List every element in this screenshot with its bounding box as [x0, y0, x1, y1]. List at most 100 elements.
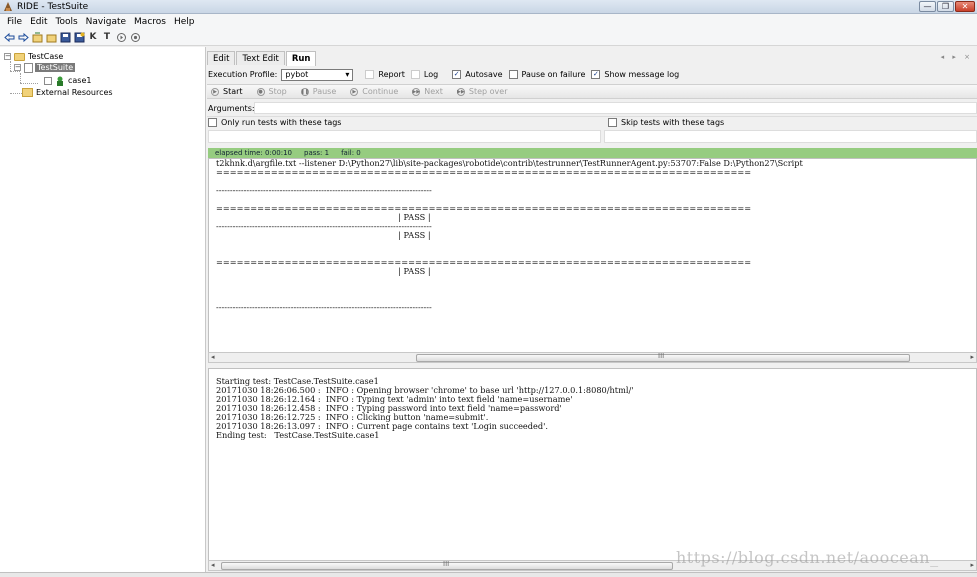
autosave-checkbox[interactable]: ✓ — [452, 70, 462, 79]
tree-label-testsuite: TestSuite — [35, 63, 76, 72]
scroll-left-icon[interactable]: ◂ — [211, 561, 215, 569]
tree-node-external-resources[interactable]: External Resources — [22, 87, 113, 98]
folder-icon — [14, 52, 25, 61]
minimize-button[interactable]: — — [919, 1, 936, 12]
case-checkbox[interactable] — [44, 76, 52, 85]
show-message-log-checkbox[interactable]: ✓ — [591, 70, 601, 79]
restore-button[interactable]: ❐ — [937, 1, 954, 12]
title-bar: RIDE - TestSuite — ❐ ✕ — [0, 0, 977, 14]
continue-icon: ▶ — [350, 87, 359, 96]
elapsed-time: elapsed time: 0:00:10 — [215, 149, 292, 157]
next-button[interactable]: ▶▶ Next — [412, 87, 443, 96]
window-title: RIDE - TestSuite — [17, 1, 89, 12]
console-output[interactable]: t2khnk.d\argfile.txt --listener D:\Pytho… — [208, 158, 977, 356]
restore-icon: ❐ — [941, 1, 950, 11]
execution-profile-select[interactable]: pybot ▾ — [281, 68, 354, 81]
record-icon[interactable] — [129, 31, 141, 43]
tab-text-edit[interactable]: Text Edit — [236, 51, 285, 65]
watermark: https://blog.csdn.net/aoocean_ — [676, 548, 939, 567]
suite-tree: − TestCase − TestSuite case1 External Re… — [0, 47, 206, 572]
ride-app-icon — [4, 1, 12, 11]
next-icon: ▶▶ — [412, 87, 421, 96]
tree-label-case1: case1 — [68, 76, 92, 85]
only-run-tags-label: Only run tests with these tags — [221, 118, 342, 127]
message-log[interactable]: Starting test: TestCase.TestSuite.case1 … — [208, 368, 977, 561]
continue-button[interactable]: ▶ Continue — [350, 87, 398, 96]
close-button[interactable]: ✕ — [955, 1, 975, 12]
stop-icon: ● — [256, 87, 265, 96]
skip-tags-label: Skip tests with these tags — [621, 118, 725, 127]
chevron-down-icon: ▾ — [345, 70, 350, 79]
pause-icon: ❚❚ — [300, 87, 309, 96]
scroll-right-icon[interactable]: ▸ — [970, 561, 974, 569]
scroll-right-icon[interactable]: ▸ — [970, 353, 974, 361]
tree-node-testsuite[interactable]: − TestSuite — [14, 62, 76, 73]
window-bottom-border — [0, 572, 977, 577]
tree-node-testcase[interactable]: − TestCase — [4, 51, 63, 62]
execution-profile-label: Execution Profile: — [208, 70, 278, 79]
tab-scroll-arrows[interactable]: ◂ ▸ × — [941, 53, 973, 61]
save-icon[interactable] — [59, 31, 71, 43]
tags-row: Only run tests with these tags Skip test… — [207, 116, 977, 129]
tree-label-external-resources: External Resources — [36, 88, 113, 97]
fail-count: fail: 0 — [341, 149, 361, 157]
start-button[interactable]: ▶ Start — [211, 87, 243, 96]
show-message-log-label: Show message log — [604, 70, 680, 79]
tree-label-testcase: TestCase — [28, 52, 64, 61]
menu-navigate[interactable]: Navigate — [82, 17, 130, 27]
editor-tabs: Edit Text Edit Run — [207, 51, 317, 66]
arguments-row: Arguments: — [207, 102, 977, 115]
back-arrow-icon[interactable] — [3, 31, 15, 43]
pause-on-failure-label: Pause on failure — [521, 70, 586, 79]
search-keyword-icon[interactable]: K — [87, 31, 99, 43]
pause-button[interactable]: ❚❚ Pause — [301, 87, 337, 96]
arguments-label: Arguments: — [208, 104, 255, 113]
robot-icon — [57, 76, 63, 86]
arguments-input[interactable] — [254, 102, 977, 114]
execution-options-row: Execution Profile: pybot ▾ Report Log ✓ … — [207, 67, 977, 82]
scroll-left-icon[interactable]: ◂ — [211, 353, 215, 361]
open-suite-icon[interactable] — [31, 31, 43, 43]
message-log-text: Starting test: TestCase.TestSuite.case1 … — [216, 376, 634, 440]
exclude-tags-input[interactable] — [604, 130, 977, 143]
collapse-icon[interactable]: − — [4, 53, 11, 60]
open-directory-icon[interactable] — [45, 31, 57, 43]
toolbar: K T — [0, 29, 977, 46]
close-icon: ✕ — [961, 1, 969, 11]
forward-arrow-icon[interactable] — [17, 31, 29, 43]
suite-file-icon — [24, 62, 33, 73]
menu-tools[interactable]: Tools — [52, 17, 82, 27]
log-button[interactable]: Log — [424, 70, 438, 79]
menu-help[interactable]: Help — [170, 17, 199, 27]
stop-button[interactable]: ● Stop — [256, 87, 287, 96]
skip-tags-checkbox[interactable] — [608, 118, 617, 127]
pass-count: pass: 1 — [304, 149, 330, 157]
only-run-tags-checkbox[interactable] — [208, 118, 217, 127]
step-icon[interactable] — [115, 31, 127, 43]
play-icon: ▶ — [211, 87, 219, 96]
menu-macros[interactable]: Macros — [130, 17, 170, 27]
menu-edit[interactable]: Edit — [26, 17, 51, 27]
autosave-label: Autosave — [465, 70, 503, 79]
tree-node-case1[interactable]: case1 — [44, 75, 91, 86]
run-status-bar: elapsed time: 0:00:10 pass: 1 fail: 0 — [208, 148, 977, 158]
tab-run[interactable]: Run — [285, 51, 317, 66]
step-over-icon: ▶▶ — [456, 87, 465, 96]
run-panel: Edit Text Edit Run ◂ ▸ × Execution Profi… — [207, 47, 977, 572]
step-over-button[interactable]: ▶▶ Step over — [456, 87, 508, 96]
tab-edit[interactable]: Edit — [207, 51, 236, 65]
collapse-icon[interactable]: − — [14, 64, 21, 71]
pause-on-failure-checkbox[interactable] — [508, 70, 518, 79]
report-button[interactable]: Report — [378, 70, 405, 79]
log-checkbox[interactable] — [410, 70, 420, 79]
resources-folder-icon — [22, 88, 33, 97]
search-test-icon[interactable]: T — [101, 31, 113, 43]
report-checkbox[interactable] — [365, 70, 375, 79]
include-tags-input[interactable] — [208, 130, 601, 143]
menu-file[interactable]: File — [3, 17, 26, 27]
console-horizontal-scrollbar[interactable]: ◂ III ▸ — [208, 352, 977, 363]
console-output-text: t2khnk.d\argfile.txt --listener D:\Pytho… — [216, 158, 803, 312]
minimize-icon: — — [923, 1, 932, 11]
menu-bar: File Edit Tools Navigate Macros Help — [0, 14, 977, 29]
save-all-icon[interactable] — [73, 31, 85, 43]
